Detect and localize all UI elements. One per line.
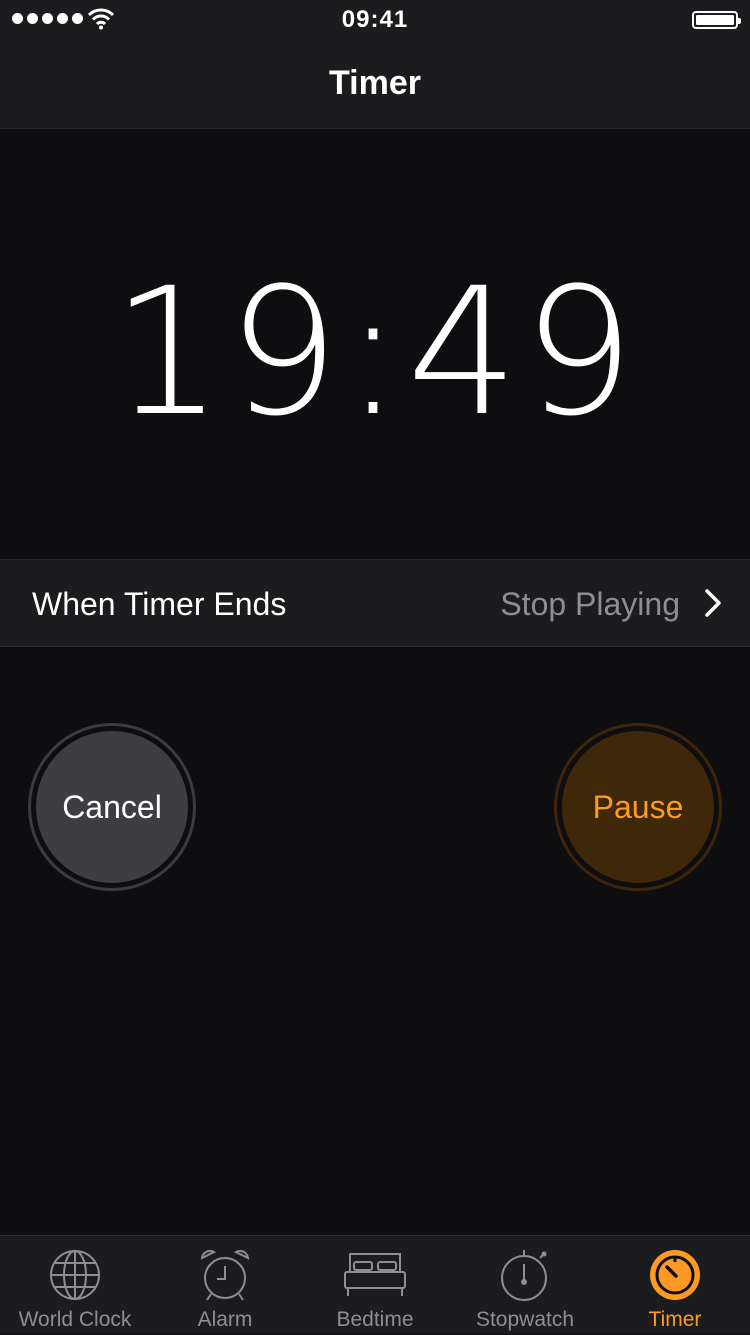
pause-button[interactable]: Pause xyxy=(554,723,722,891)
tab-world-clock[interactable]: World Clock xyxy=(0,1236,150,1335)
navigation-bar: Timer xyxy=(0,40,750,129)
tab-bar: World Clock Alarm Bedtime Stopwatch Time… xyxy=(0,1235,750,1334)
tab-bedtime[interactable]: Bedtime xyxy=(300,1236,450,1335)
battery-icon xyxy=(692,11,741,29)
tab-label: Alarm xyxy=(197,1308,253,1331)
tab-label: Bedtime xyxy=(336,1308,414,1331)
when-timer-ends-row[interactable]: When Timer Ends Stop Playing xyxy=(0,559,750,647)
bed-icon xyxy=(344,1253,406,1296)
status-bar: 09:41 xyxy=(0,0,750,40)
chevron-right-icon xyxy=(705,589,721,617)
page-title: Timer xyxy=(329,64,421,102)
tab-label: Timer xyxy=(648,1308,702,1331)
tab-label: World Clock xyxy=(18,1308,132,1331)
stopwatch-icon xyxy=(501,1250,547,1301)
timer-countdown: 19:49 xyxy=(111,250,639,455)
when-timer-ends-value: Stop Playing xyxy=(500,586,680,622)
alarm-clock-icon xyxy=(200,1249,250,1301)
cancel-button-label: Cancel xyxy=(36,731,188,883)
globe-icon xyxy=(50,1250,100,1300)
tab-label: Stopwatch xyxy=(475,1308,575,1331)
status-time: 09:41 xyxy=(341,6,409,33)
pause-button-label: Pause xyxy=(562,731,714,883)
tab-stopwatch[interactable]: Stopwatch xyxy=(450,1236,600,1335)
tab-timer[interactable]: Timer xyxy=(600,1236,750,1335)
cancel-button[interactable]: Cancel xyxy=(28,723,196,891)
tab-alarm[interactable]: Alarm xyxy=(150,1236,300,1335)
timer-icon xyxy=(650,1250,700,1300)
when-timer-ends-label: When Timer Ends xyxy=(32,586,287,622)
